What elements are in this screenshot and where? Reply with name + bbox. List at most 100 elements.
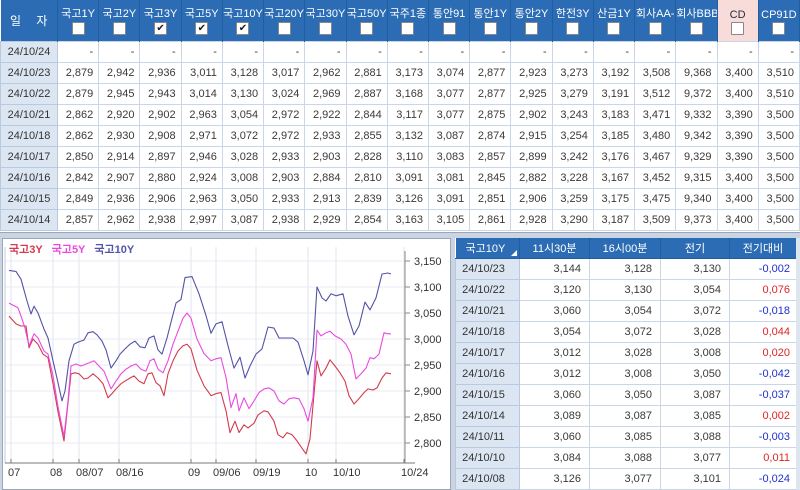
column-checkbox-cell[interactable] bbox=[717, 22, 759, 42]
column-checkbox-cell[interactable] bbox=[304, 22, 347, 42]
column-checkbox-cell[interactable] bbox=[387, 22, 429, 42]
value-cell: 3,084 bbox=[519, 447, 590, 469]
column-checkbox-cell[interactable]: ✔ bbox=[222, 22, 265, 42]
column-checkbox-통안1Y[interactable] bbox=[483, 22, 497, 35]
column-checkbox-cell[interactable] bbox=[510, 22, 553, 42]
date-cell: 24/10/16 bbox=[455, 363, 520, 385]
value-cell: 9,373 bbox=[675, 209, 718, 231]
svg-text:10/24: 10/24 bbox=[401, 467, 429, 479]
column-checkbox-회사BBB-[interactable] bbox=[689, 22, 703, 35]
column-checkbox-cell[interactable] bbox=[675, 22, 718, 42]
value-cell: - bbox=[139, 41, 182, 63]
value-cell: 2,908 bbox=[139, 125, 182, 147]
detail-column-header-11시30분[interactable]: 11시30분 bbox=[519, 238, 590, 259]
column-checkbox-cell[interactable] bbox=[263, 22, 306, 42]
column-header-국고2Y[interactable]: 국고2Y bbox=[98, 0, 141, 22]
column-header-회사AA-[interactable]: 회사AA- bbox=[634, 0, 677, 22]
column-checkbox-국고20Y[interactable] bbox=[277, 22, 291, 35]
column-header-국고50Y[interactable]: 국고50Y bbox=[346, 0, 388, 22]
value-cell: 3,509 bbox=[634, 209, 677, 231]
column-checkbox-국고5Y[interactable]: ✔ bbox=[195, 22, 209, 35]
value-cell: - bbox=[427, 41, 471, 63]
date-cell: 24/10/10 bbox=[455, 447, 520, 469]
value-cell: 3,290 bbox=[551, 209, 594, 231]
date-cell: 24/10/11 bbox=[455, 426, 520, 448]
column-checkbox-국고2Y[interactable] bbox=[112, 22, 126, 35]
value-cell: 3,187 bbox=[592, 209, 636, 231]
column-header-산금1Y[interactable]: 산금1Y bbox=[593, 0, 636, 22]
value-cell: 3,242 bbox=[551, 146, 594, 168]
column-checkbox-회사AA-[interactable] bbox=[648, 22, 662, 35]
date-column-header[interactable]: 일 자 bbox=[0, 0, 58, 42]
column-checkbox-국고50Y[interactable] bbox=[360, 22, 374, 35]
column-header-국고3Y[interactable]: 국고3Y bbox=[139, 0, 182, 22]
column-header-국고1Y[interactable]: 국고1Y bbox=[57, 0, 100, 22]
column-checkbox-국주1종[interactable] bbox=[401, 22, 415, 35]
column-header-한전3Y[interactable]: 한전3Y bbox=[552, 0, 594, 22]
column-checkbox-cell[interactable] bbox=[469, 22, 512, 42]
column-checkbox-cell[interactable]: ✔ bbox=[139, 22, 182, 42]
column-checkbox-cell[interactable] bbox=[634, 22, 677, 42]
detail-column-header-전기대비[interactable]: 전기대비 bbox=[729, 238, 797, 259]
column-checkbox-cell[interactable] bbox=[593, 22, 636, 42]
value-cell: 3,130 bbox=[660, 258, 730, 280]
detail-table-wrap: 국고10Y 11시30분 16시00분 전기 전기대비 24/10/23 3,144 3,1… bbox=[455, 238, 800, 490]
column-checkbox-통안91[interactable] bbox=[442, 22, 456, 35]
value-cell: 3,117 bbox=[386, 104, 429, 126]
change-cell: -0,042 bbox=[729, 363, 797, 385]
column-header-CP91D[interactable]: CP91D bbox=[758, 0, 800, 22]
value-cell: 2,854 bbox=[345, 209, 388, 231]
column-checkbox-국고1Y[interactable] bbox=[71, 22, 85, 35]
column-header-통안2Y[interactable]: 통안2Y bbox=[510, 0, 553, 22]
column-checkbox-cell[interactable] bbox=[552, 22, 594, 42]
column-checkbox-국고10Y[interactable]: ✔ bbox=[236, 22, 250, 35]
value-cell: 3,400 bbox=[716, 83, 759, 105]
column-checkbox-산금1Y[interactable] bbox=[607, 22, 621, 35]
column-header-국주1종[interactable]: 국주1종 bbox=[387, 0, 429, 22]
value-cell: 3,500 bbox=[757, 146, 800, 168]
column-checkbox-국고30Y[interactable] bbox=[318, 22, 332, 35]
value-cell: 3,087 bbox=[589, 405, 661, 427]
column-checkbox-cell[interactable] bbox=[758, 22, 800, 42]
column-header-통안91[interactable]: 통안91 bbox=[428, 0, 471, 22]
detail-column-header-국고10Y[interactable]: 국고10Y bbox=[455, 238, 520, 259]
column-checkbox-cell[interactable]: ✔ bbox=[181, 22, 223, 42]
column-header-국고5Y[interactable]: 국고5Y bbox=[181, 0, 223, 22]
detail-column-header-전기[interactable]: 전기 bbox=[660, 238, 730, 259]
column-checkbox-통안2Y[interactable] bbox=[525, 22, 539, 35]
table-row: 24/10/21 3,060 3,054 3,072 -0,018 bbox=[455, 300, 797, 322]
date-cell: 24/10/22 bbox=[455, 279, 520, 301]
table-row: 24/10/17 3,012 3,028 3,008 0,020 bbox=[455, 342, 797, 364]
svg-text:10/10: 10/10 bbox=[333, 467, 361, 479]
detail-column-header-16시00분[interactable]: 16시00분 bbox=[589, 238, 661, 259]
value-cell: 2,906 bbox=[139, 188, 182, 210]
column-checkbox-CD[interactable] bbox=[731, 22, 745, 35]
column-header-국고20Y[interactable]: 국고20Y bbox=[263, 0, 306, 22]
scrollbar[interactable] bbox=[796, 238, 800, 490]
column-header-국고10Y[interactable]: 국고10Y bbox=[222, 0, 265, 22]
column-checkbox-국고3Y[interactable]: ✔ bbox=[154, 22, 168, 35]
legend-item-국고10Y: 국고10Y bbox=[94, 244, 135, 256]
column-checkbox-CP91D[interactable] bbox=[772, 22, 786, 35]
value-cell: 3,085 bbox=[660, 405, 730, 427]
column-checkbox-cell[interactable] bbox=[428, 22, 471, 42]
column-checkbox-cell[interactable] bbox=[57, 22, 100, 42]
svg-text:08/16: 08/16 bbox=[116, 467, 144, 479]
column-checkbox-cell[interactable] bbox=[98, 22, 141, 42]
table-row: 24/10/15 2,849 2,936 2,906 2,963 3,050 2,933 2,… bbox=[0, 188, 800, 210]
value-cell: - bbox=[510, 41, 553, 63]
column-header-국고30Y[interactable]: 국고30Y bbox=[304, 0, 347, 22]
table-row: 24/10/15 3,060 3,050 3,087 -0,037 bbox=[455, 384, 797, 406]
column-header-CD[interactable]: CD bbox=[717, 0, 759, 22]
column-checkbox-cell[interactable] bbox=[346, 22, 388, 42]
column-header-회사BBB-[interactable]: 회사BBB- bbox=[675, 0, 718, 22]
value-cell: 3,060 bbox=[519, 384, 590, 406]
value-cell: 2,971 bbox=[180, 125, 223, 147]
detail-table: 국고10Y 11시30분 16시00분 전기 전기대비 24/10/23 3,144 3,1… bbox=[455, 238, 797, 490]
column-header-통안1Y[interactable]: 통안1Y bbox=[469, 0, 512, 22]
value-cell: 3,017 bbox=[263, 62, 306, 84]
value-cell: 3,028 bbox=[221, 146, 265, 168]
value-cell: 3,077 bbox=[660, 447, 730, 469]
value-cell: 2,861 bbox=[469, 209, 512, 231]
column-checkbox-한전3Y[interactable] bbox=[566, 22, 580, 35]
